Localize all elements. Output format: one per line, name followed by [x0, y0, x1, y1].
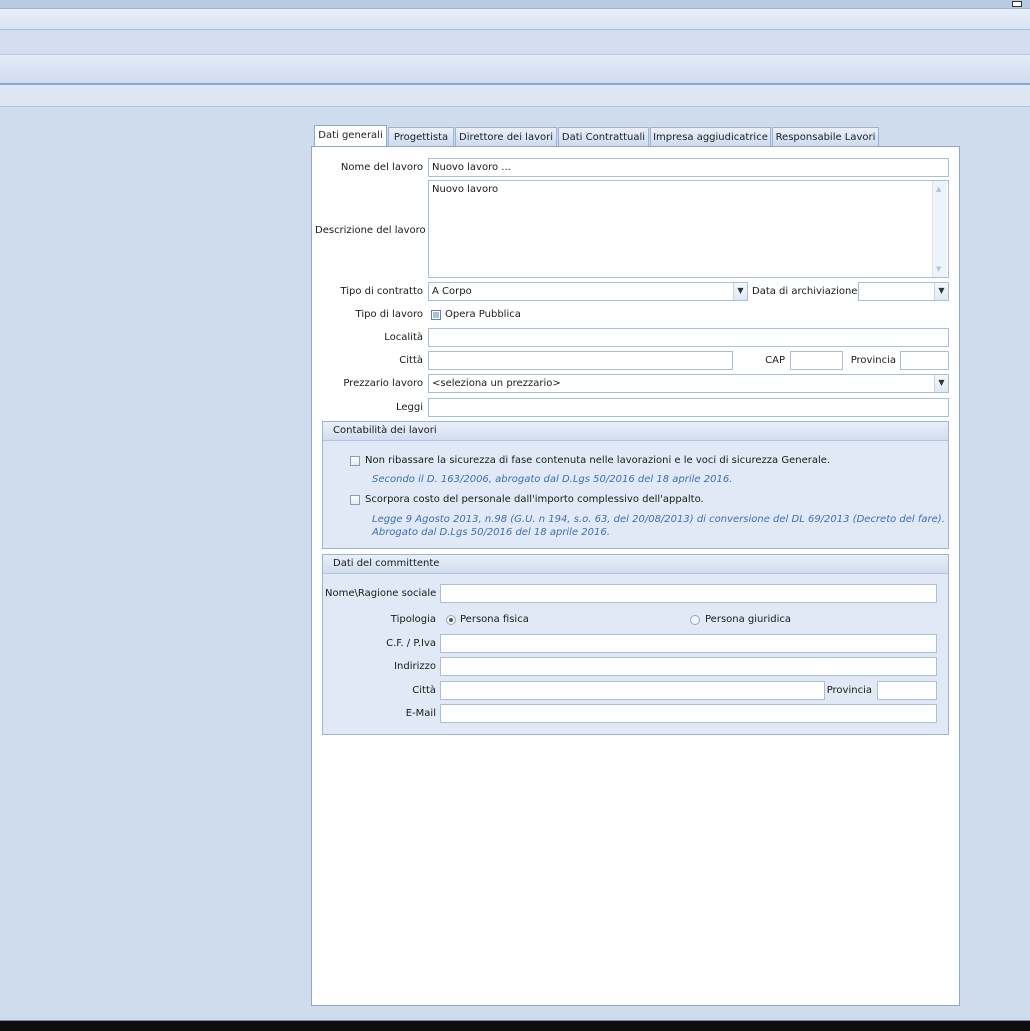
descrizione-scrollbar[interactable]: ▲ ▼ — [932, 181, 947, 277]
dropdown-arrow-icon[interactable]: ▼ — [934, 283, 948, 300]
non-ribassare-checkbox[interactable] — [350, 456, 360, 466]
tipo-contratto-label: Tipo di contratto — [340, 286, 423, 297]
descrizione-text: Nuovo lavoro — [432, 184, 499, 195]
indirizzo-label: Indirizzo — [394, 661, 436, 672]
dropdown-arrow-icon[interactable]: ▼ — [733, 283, 747, 300]
tab-direttore-dei-lavori[interactable]: Direttore dei lavori — [455, 127, 557, 146]
ragione-sociale-label: Nome\Ragione sociale — [325, 588, 437, 599]
opera-pubblica-label: Opera Pubblica — [445, 309, 521, 320]
provincia-input[interactable] — [900, 351, 949, 370]
contabilita-title: Contabilità dei lavori — [323, 422, 948, 441]
descrizione-textarea[interactable]: Nuovo lavoro — [428, 180, 949, 278]
cf-piva-input[interactable] — [440, 634, 937, 653]
data-archiviazione-label: Data di archiviazione — [752, 286, 858, 297]
ragione-sociale-input[interactable] — [440, 584, 937, 603]
cf-piva-label: C.F. / P.Iva — [386, 638, 436, 649]
cap-label: CAP — [765, 355, 785, 366]
non-ribassare-note: Secondo il D. 163/2006, abrogato dal D.L… — [372, 474, 733, 485]
tab-impresa-aggiudicatrice[interactable]: Impresa aggiudicatrice — [650, 127, 771, 146]
tipo-contratto-select[interactable]: A Corpo — [428, 282, 748, 301]
toolbar-strip — [0, 30, 1030, 55]
cap-input[interactable] — [790, 351, 843, 370]
email-label: E-Mail — [405, 708, 436, 719]
status-bar — [0, 1020, 1030, 1031]
non-ribassare-label: Non ribassare la sicurezza di fase conte… — [365, 455, 831, 466]
tab-progettista[interactable]: Progettista — [388, 127, 454, 146]
tab-responsabile-lavori[interactable]: Responsabile Lavori — [772, 127, 879, 146]
restore-icon[interactable] — [1012, 1, 1022, 7]
prezzario-select[interactable]: <seleziona un prezzario> — [428, 374, 949, 393]
tipo-lavoro-label: Tipo di lavoro — [355, 309, 423, 320]
scorpora-checkbox[interactable] — [350, 495, 360, 505]
descrizione-label: Descrizione del lavoro — [315, 225, 426, 236]
scorpora-label: Scorpora costo del personale dall'import… — [365, 494, 704, 505]
committente-provincia-label: Provincia — [826, 685, 872, 696]
citta-input[interactable] — [428, 351, 733, 370]
scroll-down-icon[interactable]: ▼ — [936, 265, 941, 273]
nome-lavoro-label: Nome del lavoro — [340, 162, 423, 173]
scorpora-note-line1: Legge 9 Agosto 2013, n.98 (G.U. n 194, s… — [372, 514, 945, 525]
persona-giuridica-radio[interactable] — [690, 615, 700, 625]
persona-fisica-label: Persona fisica — [460, 614, 529, 625]
scorpora-note-line2: Abrogato dal D.Lgs 50/2016 del 18 aprile… — [372, 527, 610, 538]
citta-label: Città — [399, 355, 423, 366]
committente-citta-label: Città — [412, 685, 436, 696]
prezzario-label: Prezzario lavoro — [343, 378, 423, 389]
provincia-label: Provincia — [850, 355, 896, 366]
committente-provincia-input[interactable] — [877, 681, 937, 700]
localita-input[interactable] — [428, 328, 949, 347]
nome-lavoro-input[interactable]: Nuovo lavoro ... — [428, 158, 949, 177]
tab-dati-contrattuali[interactable]: Dati Contrattuali — [558, 127, 649, 146]
tipologia-label: Tipologia — [390, 614, 436, 625]
title-bar — [0, 0, 1030, 9]
ribbon-strip — [0, 55, 1030, 85]
leggi-label: Leggi — [395, 402, 423, 413]
prezzario-value: <seleziona un prezzario> — [432, 378, 561, 389]
dropdown-arrow-icon[interactable]: ▼ — [934, 375, 948, 392]
committente-citta-input[interactable] — [440, 681, 825, 700]
tipo-contratto-value: A Corpo — [432, 286, 472, 297]
email-input[interactable] — [440, 704, 937, 723]
document-header-strip — [0, 85, 1030, 107]
persona-fisica-radio[interactable] — [446, 615, 456, 625]
menu-bar — [0, 9, 1030, 30]
leggi-input[interactable] — [428, 398, 949, 417]
committente-title: Dati del committente — [323, 555, 948, 574]
indirizzo-input[interactable] — [440, 657, 937, 676]
localita-label: Località — [384, 332, 423, 343]
persona-giuridica-label: Persona giuridica — [705, 614, 792, 625]
scroll-up-icon[interactable]: ▲ — [936, 185, 941, 193]
opera-pubblica-checkbox[interactable] — [431, 310, 441, 320]
tab-dati-generali[interactable]: Dati generali — [314, 125, 387, 146]
